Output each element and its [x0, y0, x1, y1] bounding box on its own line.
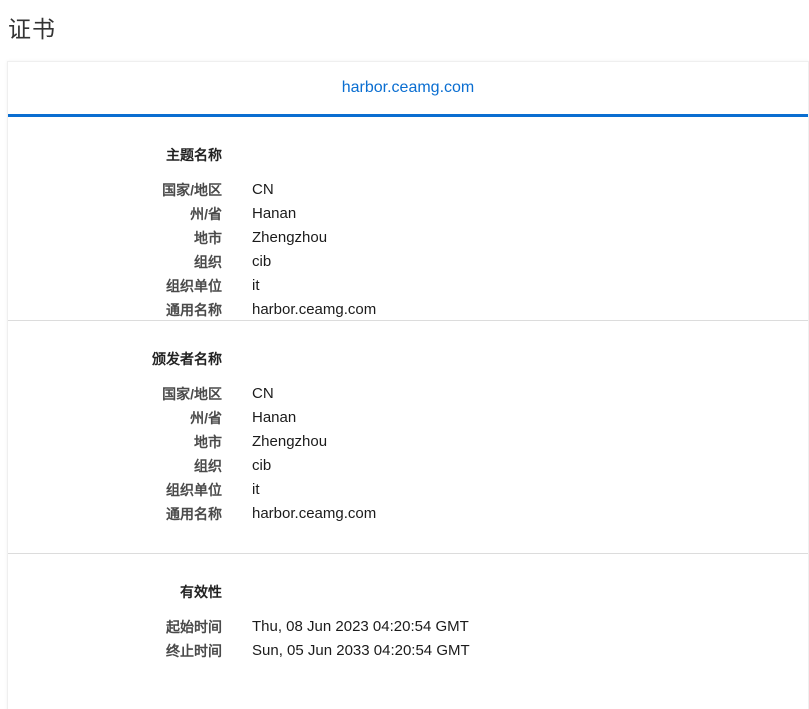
field-value: cib — [252, 253, 272, 270]
field-row: 国家/地区 CN — [8, 178, 808, 202]
page-title: 证书 — [8, 16, 56, 42]
field-row: 地市 Zhengzhou — [8, 226, 808, 250]
field-row: 组织 cib — [8, 250, 808, 274]
field-value: Hanan — [252, 409, 297, 426]
field-label: 地市 — [194, 230, 222, 246]
field-value: Zhengzhou — [252, 433, 328, 450]
field-label: 通用名称 — [166, 506, 222, 522]
field-row: 组织单位 it — [8, 478, 808, 502]
field-label: 组织单位 — [166, 482, 222, 498]
section-title-subject: 主题名称 — [166, 147, 222, 163]
field-label: 组织 — [194, 254, 222, 270]
field-label: 地市 — [194, 434, 222, 450]
field-row: 终止时间 Sun, 05 Jun 2033 04:20:54 GMT — [8, 639, 808, 663]
field-value: CN — [252, 181, 274, 198]
field-value: Thu, 08 Jun 2023 04:20:54 GMT — [252, 618, 469, 635]
issuer-name-section: 颁发者名称 国家/地区 CN 州/省 Hanan 地市 Zhengzhou 组织… — [8, 321, 808, 554]
field-value: Sun, 05 Jun 2033 04:20:54 GMT — [252, 642, 470, 659]
field-label: 国家/地区 — [162, 182, 222, 198]
field-value: CN — [252, 385, 274, 402]
field-label: 国家/地区 — [162, 386, 222, 402]
field-value: harbor.ceamg.com — [252, 505, 377, 522]
tab-harbor-ceamg-com[interactable]: harbor.ceamg.com — [342, 79, 475, 97]
field-row: 起始时间 Thu, 08 Jun 2023 04:20:54 GMT — [8, 615, 808, 639]
field-row: 国家/地区 CN — [8, 382, 808, 406]
field-label: 组织单位 — [166, 278, 222, 294]
certificate-viewer-page: 证书 harbor.ceamg.com 主题名称 国家/地区 CN 州/省 Ha… — [0, 0, 809, 709]
field-row: 组织 cib — [8, 454, 808, 478]
field-label: 通用名称 — [166, 302, 222, 318]
field-value: it — [252, 277, 260, 294]
field-label: 组织 — [194, 458, 222, 474]
field-row: 通用名称 harbor.ceamg.com — [8, 298, 808, 322]
validity-section: 有效性 起始时间 Thu, 08 Jun 2023 04:20:54 GMT 终… — [8, 554, 808, 709]
field-label: 终止时间 — [166, 643, 222, 659]
field-row: 地市 Zhengzhou — [8, 430, 808, 454]
subject-name-section: 主题名称 国家/地区 CN 州/省 Hanan 地市 Zhengzhou 组织 … — [8, 117, 808, 321]
section-title-validity: 有效性 — [180, 584, 222, 600]
field-value: Hanan — [252, 205, 297, 222]
field-row: 州/省 Hanan — [8, 202, 808, 226]
section-title-issuer: 颁发者名称 — [152, 351, 222, 367]
field-value: cib — [252, 457, 272, 474]
field-row: 通用名称 harbor.ceamg.com — [8, 502, 808, 526]
field-row: 州/省 Hanan — [8, 406, 808, 430]
field-label: 州/省 — [190, 206, 222, 222]
tab-bar: harbor.ceamg.com — [8, 62, 808, 117]
field-row: 组织单位 it — [8, 274, 808, 298]
field-value: Zhengzhou — [252, 229, 328, 246]
field-value: harbor.ceamg.com — [252, 301, 377, 318]
certificate-card: harbor.ceamg.com 主题名称 国家/地区 CN 州/省 Hanan… — [7, 61, 809, 709]
field-label: 起始时间 — [166, 619, 222, 635]
field-value: it — [252, 481, 260, 498]
field-label: 州/省 — [190, 410, 222, 426]
